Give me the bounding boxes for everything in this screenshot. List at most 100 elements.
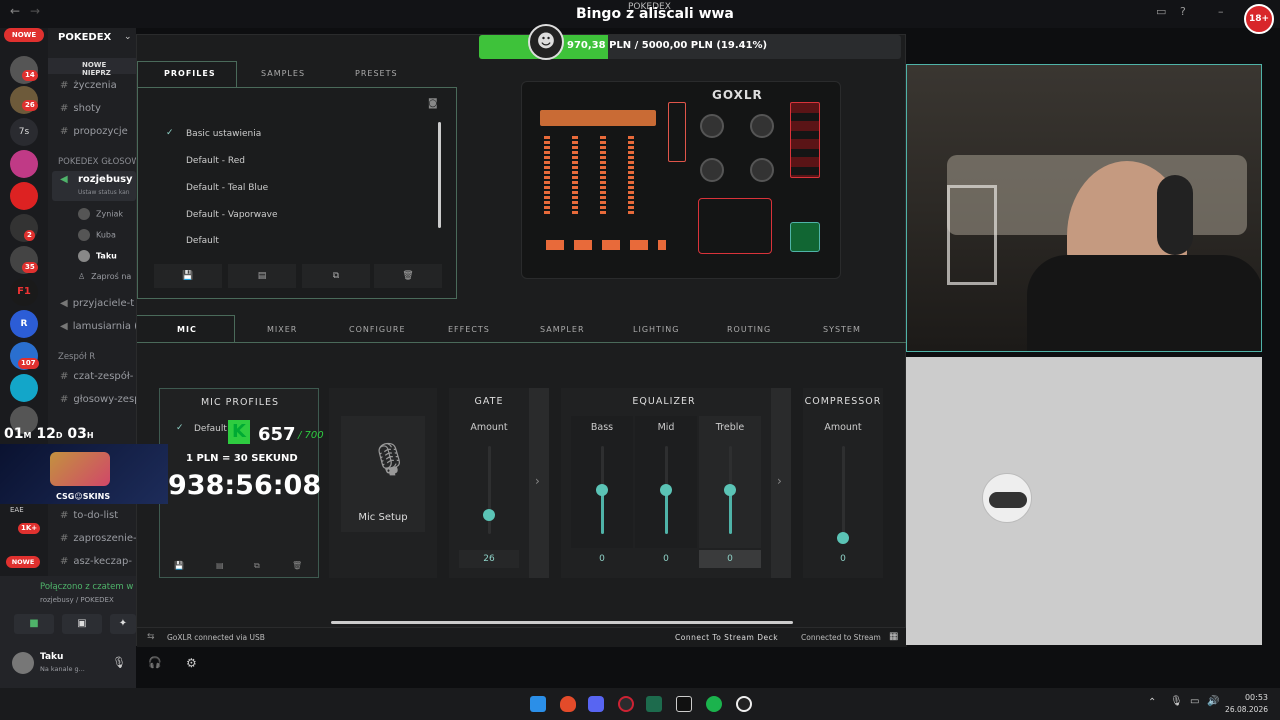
compressor-slider-knob[interactable] [837,532,849,544]
scrollbar[interactable] [438,122,441,228]
network-icon[interactable]: ▭ [1190,696,1199,707]
grid-icon[interactable]: ▦ [889,631,898,642]
bass-value[interactable]: 0 [571,554,633,564]
gate-slider-knob[interactable] [483,509,495,521]
gear-icon[interactable]: ⚙ [186,656,197,670]
channel-item[interactable]: # shoty [60,103,101,114]
server-name[interactable]: POKEDEX [58,32,111,43]
treble-value[interactable]: 0 [699,554,761,564]
tab-profiles[interactable]: PROFILES [164,69,216,78]
profile-item[interactable]: Basic ustawienia [186,129,261,139]
new-file-icon[interactable]: ▤ [216,561,224,570]
f1-server-icon[interactable]: F1 [10,278,38,306]
compressor-slider-track[interactable] [842,446,845,534]
camera-icon[interactable]: ◙ [428,98,438,109]
treble-slider-knob[interactable] [724,484,736,496]
server-icon[interactable] [10,182,38,210]
horizontal-scrollbar[interactable] [331,621,793,624]
voice-user[interactable]: Taku [78,250,117,262]
invite-item[interactable]: ♙ Zaproś na [78,272,131,281]
back-icon[interactable]: ← [10,4,20,18]
channel-item[interactable]: # propozycje [60,126,128,137]
save-icon[interactable]: 💾 [174,561,184,570]
app-icon[interactable] [676,696,692,712]
channel-item[interactable]: # głosowy-zesp [60,394,136,405]
channel-item[interactable]: ◀ lamusiarnia ( [60,321,136,332]
chevron-down-icon[interactable]: ⌄ [124,32,132,42]
voice-user[interactable]: Kuba [78,229,116,241]
app-icon[interactable] [618,696,634,712]
channel-item[interactable]: # życzenia [60,80,117,91]
camera-icon[interactable]: ■ [14,614,54,634]
tab-samples[interactable]: SAMPLES [261,69,305,78]
tab-effects[interactable]: EFFECTS [448,325,490,334]
tab-presets[interactable]: PRESETS [355,69,398,78]
voice-status: Ustaw status kan [78,189,130,196]
trash-icon[interactable]: 🗑 [292,561,302,570]
webcam-feed [906,64,1262,352]
mic-setup-label[interactable]: Mic Setup [329,512,437,523]
mic-icon[interactable]: 🎙 [112,656,126,669]
chevron-right-icon[interactable]: › [777,474,782,488]
brave-icon[interactable] [560,696,576,712]
tab-routing[interactable]: ROUTING [727,325,771,334]
clock-date[interactable]: 26.08.2026 [1218,705,1268,714]
tab-system[interactable]: SYSTEM [823,325,861,334]
goxlr-taskbar-icon[interactable] [646,696,662,712]
server-icon[interactable]: R [10,310,38,338]
new-banner[interactable]: NOWE [4,28,44,42]
activity-icon[interactable]: ✦ [110,614,136,634]
chevron-right-icon[interactable]: › [535,474,540,488]
server-icon[interactable] [10,374,38,402]
category-voice[interactable]: POKEDEX GŁOSOW [58,157,136,167]
hash-icon: # [60,103,69,114]
new-file-icon[interactable]: ▤ [228,264,296,288]
profile-item[interactable]: Default - Teal Blue [186,183,268,193]
profile-item[interactable]: Default - Red [186,156,245,166]
help-icon[interactable]: ? [1180,5,1192,18]
category-team[interactable]: Zespół R [58,352,95,362]
channel-item[interactable]: # asz-keczap- [60,556,132,567]
headphones-icon[interactable]: 🎧 [148,656,162,669]
tab-lighting[interactable]: LIGHTING [633,325,679,334]
tab-mic[interactable]: MIC [177,325,197,334]
channel-item[interactable]: ◀ przyjaciele-t [60,298,134,309]
tab-configure[interactable]: CONFIGURE [349,325,406,334]
inbox-icon[interactable]: ▭ [1156,5,1168,18]
minimize-icon[interactable]: – [1218,5,1230,18]
mic-profile-item[interactable]: Default [194,424,227,434]
mid-value[interactable]: 0 [635,554,697,564]
screenshare-icon[interactable]: ▣ [62,614,102,634]
chevron-up-icon[interactable]: ⌃ [1148,697,1156,708]
channel-item[interactable]: # to-do-list [60,510,118,521]
save-icon[interactable]: 💾 [154,264,222,288]
app-icon[interactable] [706,696,722,712]
channel-item[interactable]: # zaproszenie- [60,533,136,544]
connect-streamdeck-link[interactable]: Connect To Stream Deck [675,633,778,642]
speaker-icon: ◀ [60,298,68,309]
channel-item[interactable]: # czat-zespół- [60,371,133,382]
copy-icon[interactable]: ⧉ [254,561,260,571]
server-icon[interactable]: 7s [10,118,38,146]
profile-item[interactable]: Default [186,236,219,246]
voice-user[interactable]: Zyniak [78,208,123,220]
clock-time[interactable]: 00:53 [1236,693,1268,702]
forward-icon[interactable]: → [30,4,40,18]
profile-item[interactable]: Default - Vaporwave [186,210,278,220]
compressor-value[interactable]: 0 [813,554,873,564]
gate-value[interactable]: 26 [459,554,519,564]
discord-icon[interactable] [588,696,604,712]
tab-sampler[interactable]: SAMPLER [540,325,585,334]
bass-slider-knob[interactable] [596,484,608,496]
connection-sub: rozjebusy / POKEDEX [40,596,114,604]
server-icon[interactable] [10,150,38,178]
copy-icon[interactable]: ⧉ [302,264,370,288]
mid-slider-knob[interactable] [660,484,672,496]
active-voice-channel[interactable]: ◀ rozjebusy Ustaw status kan [52,171,136,201]
obs-icon[interactable] [736,696,752,712]
trash-icon[interactable]: 🗑 [374,264,442,288]
windows-start-icon[interactable] [530,696,546,712]
mic-icon[interactable]: 🎙 [1170,696,1183,707]
avatar[interactable] [12,652,34,674]
tab-mixer[interactable]: MIXER [267,325,297,334]
